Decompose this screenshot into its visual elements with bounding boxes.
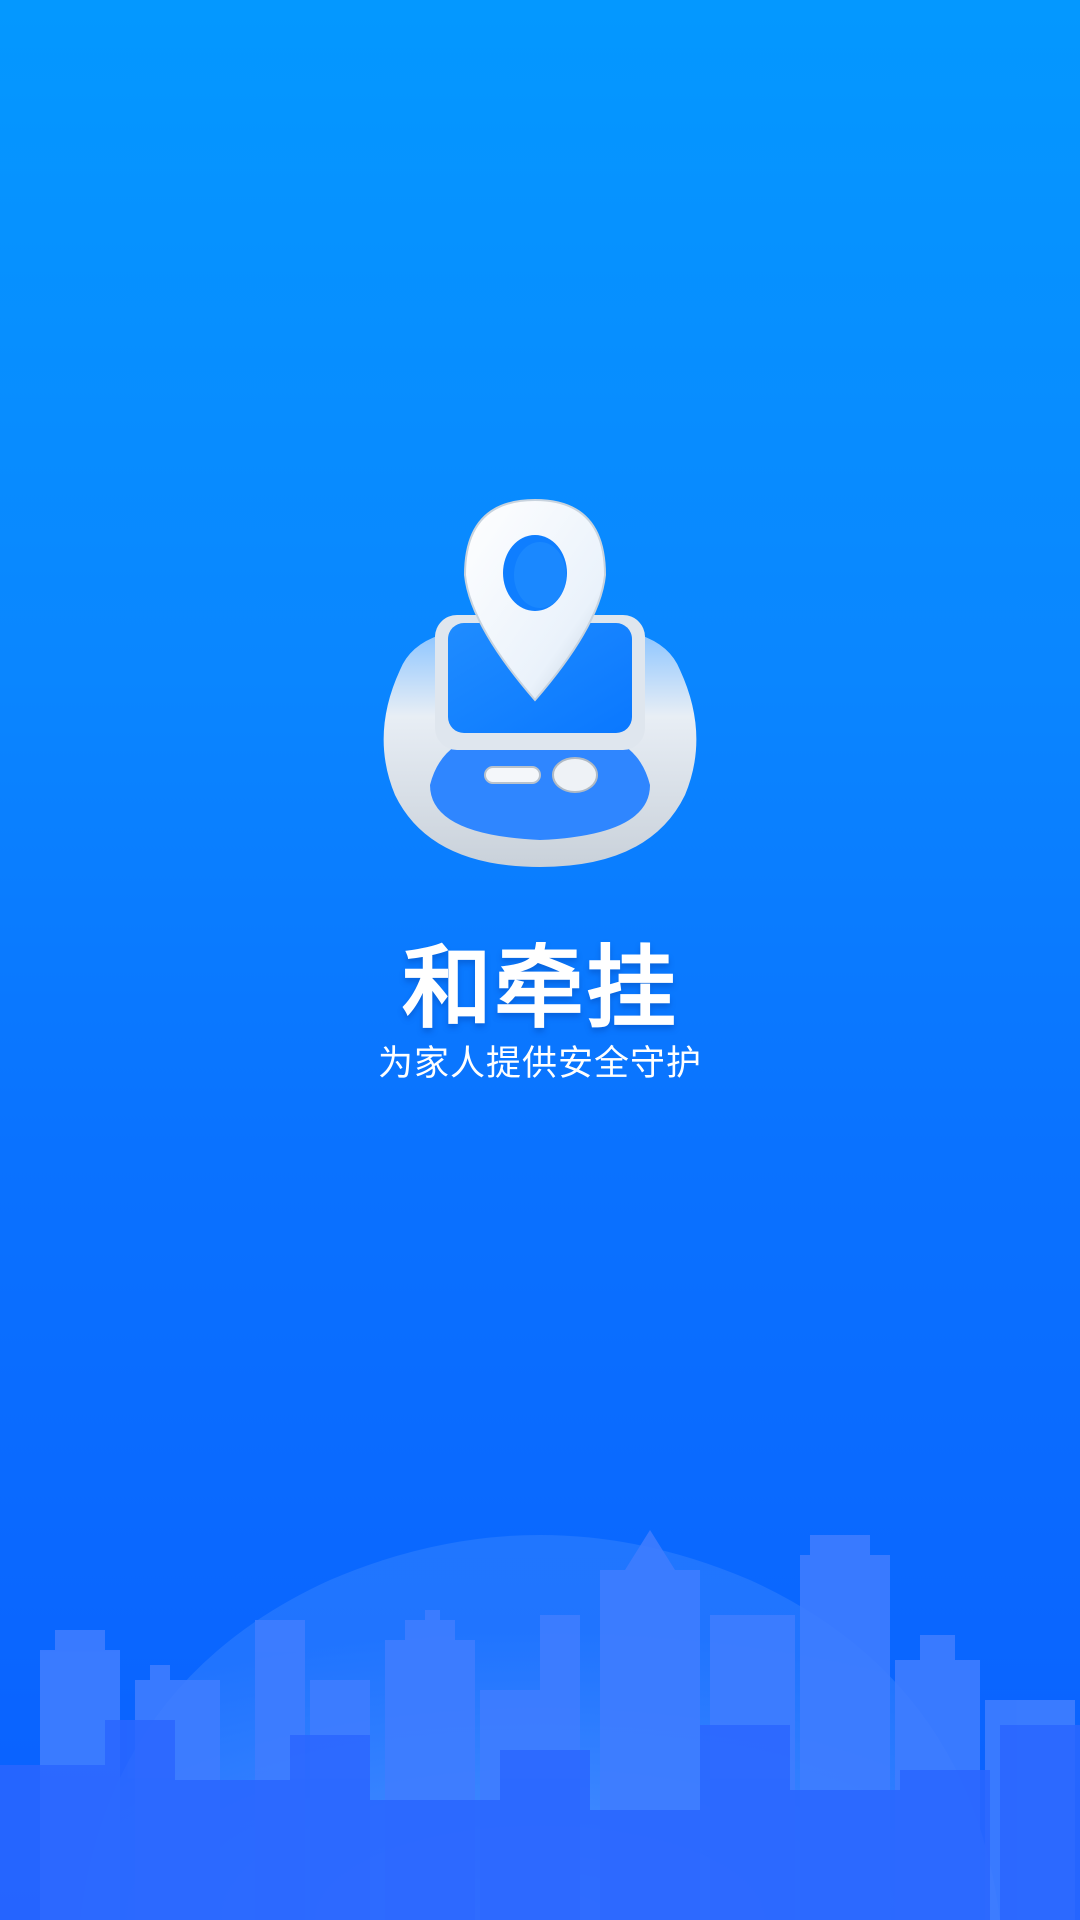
- app-tagline: 为家人提供安全守护: [377, 1044, 702, 1084]
- watch-location-pin-icon: [383, 498, 697, 867]
- city-skyline-illustration: [0, 1530, 1080, 1920]
- splash-screen: 和牵挂 为家人提供安全守护: [0, 0, 1080, 1920]
- app-title: 和牵挂: [402, 936, 678, 1041]
